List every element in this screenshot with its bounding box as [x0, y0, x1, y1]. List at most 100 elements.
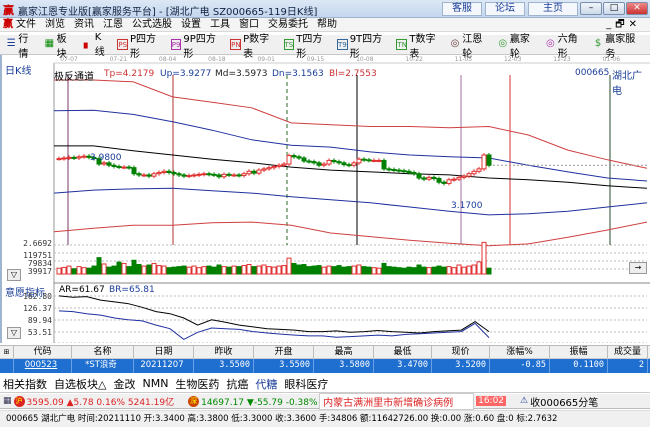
- column-header[interactable]: 涨幅%: [490, 346, 550, 358]
- close-button[interactable]: ✕: [626, 2, 648, 15]
- tag-item[interactable]: 相关指数: [3, 376, 47, 392]
- date-tick: 12-03: [504, 56, 522, 63]
- maximize-button[interactable]: □: [603, 2, 625, 15]
- volume-bar: [56, 267, 62, 275]
- candle: [366, 159, 372, 162]
- period-label: 日K线: [5, 66, 32, 77]
- tag-item[interactable]: NMN: [142, 377, 168, 390]
- candle: [341, 162, 347, 166]
- volume-bar: [421, 266, 427, 275]
- blocks-icon: ▦: [44, 38, 55, 49]
- forum-link[interactable]: 论坛: [485, 2, 525, 16]
- date-tick: 08-04: [159, 56, 177, 63]
- table-cell: 3.5800: [314, 359, 374, 373]
- column-header[interactable]: 代码: [14, 346, 72, 358]
- candle: [431, 176, 437, 180]
- column-header[interactable]: 成交量: [608, 346, 648, 358]
- tp-value: Tp=4.2179: [104, 69, 155, 79]
- chart-canvas[interactable]: 07-07 07-21 08-04 08-18 09-01 09-15 10-08 10-22…: [2, 55, 650, 343]
- home-link[interactable]: 主页: [528, 2, 578, 16]
- table-cell: 3.5200: [432, 359, 490, 373]
- volume-bar: [131, 259, 137, 275]
- t-number-icon: TN: [396, 39, 408, 50]
- table-row[interactable]: 000523 *ST浪奇 20211207 3.5500 3.5500 3.5800 3.4…: [0, 359, 650, 373]
- candle: [421, 177, 427, 180]
- candle: [446, 179, 452, 184]
- column-header[interactable]: 昨收: [194, 346, 254, 358]
- row-selector[interactable]: ⊞: [0, 346, 14, 358]
- volume-bar: [61, 266, 67, 275]
- table-cell: 2: [608, 359, 648, 373]
- candle: [196, 173, 202, 176]
- volume-bar: [201, 266, 207, 275]
- tag-item[interactable]: 金改: [113, 376, 135, 392]
- calculator-icon[interactable]: ▦: [3, 396, 12, 406]
- table-cell: 3.5500: [254, 359, 314, 373]
- candle: [241, 173, 247, 177]
- candle: [466, 173, 472, 177]
- service-link[interactable]: 客服: [442, 2, 482, 16]
- column-header[interactable]: 最高: [314, 346, 374, 358]
- volume-bar: [366, 266, 372, 275]
- alert-text[interactable]: 收000665分笔: [530, 394, 598, 409]
- candle: [456, 176, 462, 180]
- sh-index: 3595.09 ▲5.78 0.16% 5241.19亿: [26, 397, 175, 408]
- table-header: ⊞ 代码 名称 日期 昨收 开盘 最高 最低 现价 涨幅% 振幅 成交量: [0, 345, 650, 359]
- toolbar-kline-button[interactable]: ▖ K线: [82, 32, 110, 58]
- volume-bar: [466, 265, 472, 275]
- volume-bar: [446, 266, 452, 275]
- column-header[interactable]: 日期: [134, 346, 194, 358]
- p-square-icon: PS: [117, 39, 129, 50]
- candle: [326, 159, 332, 165]
- minimize-button[interactable]: –: [580, 2, 602, 15]
- tag-item[interactable]: 生物医药: [175, 376, 219, 392]
- volume-bar: [121, 262, 127, 275]
- sz-index-icon: 深: [188, 395, 200, 407]
- candle: [151, 173, 157, 177]
- volume-bar: [241, 265, 247, 275]
- date-tick: 07-21: [110, 56, 128, 63]
- volume-bar: [166, 267, 172, 275]
- news-ticker[interactable]: 内蒙古满洲里市新增确诊病例: [319, 392, 475, 410]
- collapse-indicator-button[interactable]: ▽: [7, 327, 21, 339]
- volume-bar: [346, 266, 352, 275]
- volume-bar: [261, 264, 267, 275]
- menu-item[interactable]: 资讯: [74, 18, 94, 32]
- tag-item[interactable]: 自选板块△: [54, 376, 106, 392]
- candle: [371, 159, 377, 162]
- candle: [481, 154, 487, 170]
- volume-bar: [321, 266, 327, 275]
- toolbar: ☰ 行情 ▦ 板块 ▖ K线 PS P四方形 P9 9P四方形 PN P数字表 TS T四方形 T9 9T四方…: [0, 32, 650, 60]
- br-value: BR=65.81: [109, 285, 155, 295]
- volume-bar: [371, 267, 377, 275]
- kline-chart[interactable]: 07-07 07-21 08-04 08-18 09-01 09-15 10-08 10-22…: [0, 55, 650, 343]
- column-header[interactable]: 振幅: [550, 346, 608, 358]
- candle: [131, 167, 137, 175]
- low-price-label: 3.1700: [451, 201, 483, 211]
- index-status-bar: ▦ 沪 3595.09 ▲5.78 0.16% 5241.19亿 深 14697…: [0, 392, 650, 410]
- volume-bar: [71, 268, 77, 275]
- scroll-right-button[interactable]: →: [629, 262, 647, 274]
- tag-item[interactable]: 眼科医疗: [284, 376, 328, 392]
- candle: [76, 156, 82, 159]
- candle: [376, 159, 382, 162]
- collapse-volume-button[interactable]: ▽: [7, 269, 21, 281]
- date-tick: 09-01: [257, 56, 275, 63]
- column-header[interactable]: 最低: [374, 346, 432, 358]
- app-logo-icon: 赢: [3, 4, 14, 17]
- volume-bar: [251, 266, 257, 275]
- tag-item[interactable]: 代糖: [255, 376, 277, 392]
- table-cell[interactable]: 000523: [14, 359, 72, 373]
- candle: [401, 170, 407, 173]
- volume-bar: [286, 257, 292, 275]
- candle: [321, 163, 327, 166]
- candle: [181, 174, 187, 177]
- column-header[interactable]: 开盘: [254, 346, 314, 358]
- column-header[interactable]: 名称: [72, 346, 134, 358]
- volume-bar: [231, 265, 237, 275]
- volume-bar: [146, 264, 152, 275]
- column-header[interactable]: 现价: [432, 346, 490, 358]
- tag-item[interactable]: 抗癌: [226, 376, 248, 392]
- volume-bar: [291, 262, 297, 275]
- volume-bar: [211, 266, 217, 275]
